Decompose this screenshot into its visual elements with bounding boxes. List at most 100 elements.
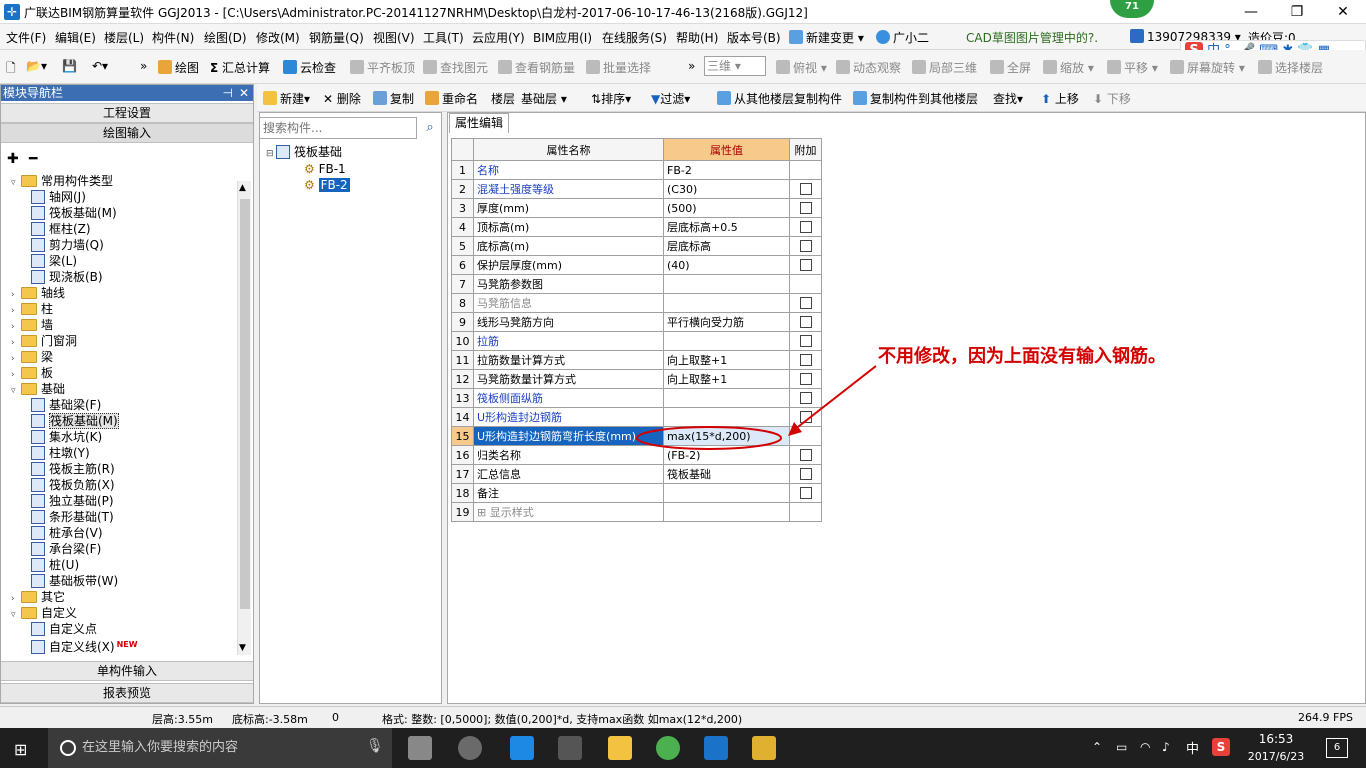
property-row[interactable]: 19 ⊞ 显示样式 bbox=[451, 502, 822, 522]
collapse-arrow-icon[interactable]: ▿ bbox=[11, 175, 21, 191]
property-value[interactable] bbox=[663, 483, 790, 503]
ime-indicator[interactable]: 中 bbox=[1186, 738, 1199, 757]
mic-icon[interactable]: 🎙 bbox=[366, 738, 384, 754]
scroll-down-icon[interactable]: ▼ bbox=[239, 643, 246, 653]
new-file-icon[interactable]: 🗋 bbox=[6, 59, 16, 80]
report-preview-bar[interactable]: 报表预览 bbox=[1, 683, 253, 703]
component-item-fb2[interactable]: ⚙ FB-2 bbox=[304, 177, 350, 193]
open-file-icon[interactable]: 📂▾ bbox=[26, 59, 47, 73]
component-tree-root[interactable]: ⊟ 筏板基础 bbox=[266, 144, 342, 160]
property-value[interactable] bbox=[663, 502, 790, 522]
tree-item[interactable]: 独立基础(P) bbox=[31, 493, 114, 509]
scroll-thumb[interactable] bbox=[240, 199, 250, 609]
notification-center-icon[interactable]: 6 bbox=[1326, 738, 1348, 758]
menu-tools[interactable]: 工具(T) bbox=[423, 29, 464, 46]
restore-button[interactable]: ❐ bbox=[1274, 0, 1320, 24]
volume-icon[interactable]: ♪ bbox=[1162, 740, 1170, 754]
attach-checkbox[interactable] bbox=[799, 486, 812, 499]
menu-cloud[interactable]: 云应用(Y) bbox=[472, 29, 525, 46]
tree-folder[interactable]: › 墙 bbox=[11, 317, 53, 333]
find-element-button[interactable]: 查找图元 bbox=[423, 59, 488, 76]
expand-all-icon[interactable]: ✚ bbox=[7, 151, 19, 167]
property-row[interactable]: 5 底标高(m) 层底标高 bbox=[451, 236, 822, 256]
property-row[interactable]: 1 名称 FB-2 bbox=[451, 160, 822, 180]
tab-property-edit[interactable]: 属性编辑 bbox=[449, 113, 509, 133]
tree-item[interactable]: 筏板主筋(R) bbox=[31, 461, 115, 477]
pin-icon[interactable]: ⊣ bbox=[223, 85, 233, 101]
tree-item[interactable]: 桩承台(V) bbox=[31, 525, 103, 541]
clock-time[interactable]: 16:53 bbox=[1246, 732, 1306, 746]
property-row[interactable]: 8 马凳筋信息 bbox=[451, 293, 822, 313]
flat-top-button[interactable]: 平齐板顶 bbox=[350, 59, 415, 76]
attach-checkbox[interactable] bbox=[799, 258, 812, 271]
save-icon[interactable]: 💾 bbox=[62, 59, 77, 73]
pan-button[interactable]: 平移 ▾ bbox=[1107, 59, 1158, 76]
attach-checkbox[interactable] bbox=[799, 467, 812, 480]
property-value[interactable]: FB-2 bbox=[663, 160, 790, 180]
undo-icon[interactable]: ↶▾ bbox=[92, 59, 108, 73]
single-input-bar[interactable]: 单构件输入 bbox=[1, 661, 253, 681]
filter-button[interactable]: ▼过滤▾ bbox=[651, 90, 690, 107]
attach-checkbox[interactable] bbox=[799, 220, 812, 233]
property-value[interactable]: (C30) bbox=[663, 179, 790, 199]
tree-folder[interactable]: › 板 bbox=[11, 365, 53, 381]
menu-rebar[interactable]: 钢筋量(Q) bbox=[309, 29, 364, 46]
property-row[interactable]: 2 混凝土强度等级 (C30) bbox=[451, 179, 822, 199]
tray-up-icon[interactable]: ⌃ bbox=[1092, 740, 1102, 754]
collapse-arrow-icon[interactable]: ▿ bbox=[11, 607, 21, 623]
tree-folder[interactable]: › 柱 bbox=[11, 301, 53, 317]
property-row[interactable]: 3 厚度(mm) (500) bbox=[451, 198, 822, 218]
notepad-icon[interactable] bbox=[752, 736, 776, 760]
menu-modify[interactable]: 修改(M) bbox=[256, 29, 300, 46]
taskbar-search[interactable]: 在这里输入你要搜索的内容 bbox=[48, 728, 392, 768]
menu-version[interactable]: 版本号(B) bbox=[727, 29, 781, 46]
collapse-arrow-icon[interactable]: ▿ bbox=[11, 383, 21, 399]
property-row[interactable]: 6 保护层厚度(mm) (40) bbox=[451, 255, 822, 275]
tree-item[interactable]: 柱墩(Y) bbox=[31, 445, 90, 461]
property-row[interactable]: 4 顶标高(m) 层底标高+0.5 bbox=[451, 217, 822, 237]
property-value[interactable] bbox=[663, 293, 790, 313]
tree-item[interactable]: 轴网(J) bbox=[31, 189, 86, 205]
menu-online[interactable]: 在线服务(S) bbox=[602, 29, 667, 46]
copy-button[interactable]: 复制 bbox=[373, 90, 414, 107]
menu-help[interactable]: 帮助(H) bbox=[676, 29, 718, 46]
expand-icon[interactable]: ⊞ bbox=[477, 506, 490, 519]
sogou-tray-icon[interactable]: S bbox=[1212, 738, 1230, 756]
tree-item[interactable]: 桩(U) bbox=[31, 557, 79, 573]
menu-floor[interactable]: 楼层(L) bbox=[104, 29, 144, 46]
tree-item[interactable]: 承台梁(F) bbox=[31, 541, 101, 557]
floor-select[interactable]: 基础层 ▾ bbox=[521, 90, 567, 107]
property-row[interactable]: 7 马凳筋参数图 bbox=[451, 274, 822, 294]
nav-scrollbar[interactable]: ▲ ▼ bbox=[237, 181, 251, 655]
glodon-app-icon[interactable] bbox=[704, 736, 728, 760]
clock-date[interactable]: 2017/6/23 bbox=[1246, 750, 1306, 763]
find-button[interactable]: 查找▾ bbox=[993, 90, 1023, 107]
tree-folder[interactable]: › 其它 bbox=[11, 589, 65, 605]
minimize-button[interactable]: — bbox=[1228, 0, 1274, 24]
edge-icon[interactable] bbox=[510, 736, 534, 760]
browser-icon[interactable] bbox=[458, 736, 482, 760]
attach-checkbox[interactable] bbox=[799, 296, 812, 309]
tree-item[interactable]: 基础板带(W) bbox=[31, 573, 118, 589]
property-value[interactable]: 筏板基础 bbox=[663, 464, 790, 484]
copy-to-floor-button[interactable]: 复制构件到其他楼层 bbox=[853, 90, 978, 107]
search-icon[interactable]: ⌕ bbox=[419, 117, 441, 139]
menu-assistant[interactable]: 广小二 bbox=[876, 29, 929, 46]
dynamic-view-button[interactable]: 动态观察 bbox=[836, 59, 901, 76]
tree-folder[interactable]: ▿ 常用构件类型 bbox=[11, 173, 113, 189]
tree-item[interactable]: 框柱(Z) bbox=[31, 221, 91, 237]
close-panel-icon[interactable]: ✕ bbox=[239, 85, 249, 101]
tree-item[interactable]: 剪力墙(Q) bbox=[31, 237, 104, 253]
explorer-icon[interactable] bbox=[608, 736, 632, 760]
tree-item[interactable]: 筏板负筋(X) bbox=[31, 477, 115, 493]
attach-checkbox[interactable] bbox=[799, 201, 812, 214]
move-down-button[interactable]: ⬇ 下移 bbox=[1093, 90, 1131, 107]
toolbar-overflow-icon[interactable]: » bbox=[140, 59, 147, 73]
tree-folder[interactable]: › 门窗洞 bbox=[11, 333, 77, 349]
property-row[interactable]: 18 备注 bbox=[451, 483, 822, 503]
property-row[interactable]: 17 汇总信息 筏板基础 bbox=[451, 464, 822, 484]
delete-button[interactable]: ✕ 删除 bbox=[323, 90, 361, 107]
sort-button[interactable]: ⇅排序▾ bbox=[591, 90, 631, 107]
cad-notice[interactable]: CAD草图图片管理中的?. bbox=[966, 29, 1098, 46]
rotate-button[interactable]: 屏幕旋转 ▾ bbox=[1170, 59, 1245, 76]
